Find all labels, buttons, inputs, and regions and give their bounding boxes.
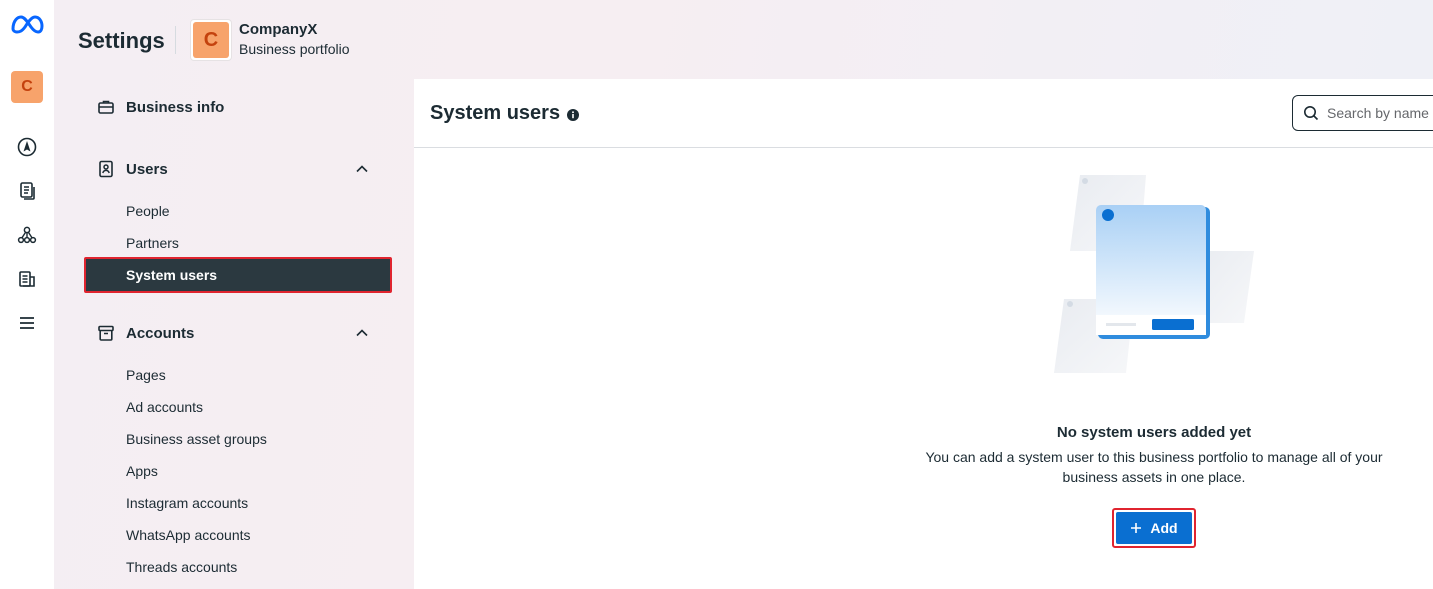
left-rail: C <box>0 0 54 589</box>
sidebar-item-ad-accounts[interactable]: Ad accounts <box>126 399 203 415</box>
section-title: System users <box>430 102 561 124</box>
empty-state-title: No system users added yet <box>1056 424 1252 441</box>
sidebar-section-label: Users <box>126 160 168 178</box>
main-panel: System users Search by name No system us… <box>414 79 1433 589</box>
network-icon[interactable] <box>0 224 54 246</box>
briefcase-icon <box>96 97 116 117</box>
sidebar-item-system-users[interactable]: System users <box>84 257 392 293</box>
meta-logo-icon[interactable] <box>0 12 54 36</box>
sidebar-item-instagram-accounts[interactable]: Instagram accounts <box>126 495 248 511</box>
add-button-label: Add <box>1150 520 1178 536</box>
sidebar-item-business-asset-groups[interactable]: Business asset groups <box>126 431 267 447</box>
sidebar-item-business-info[interactable]: Business info <box>96 97 224 117</box>
search-icon <box>1304 106 1319 121</box>
compass-icon[interactable] <box>0 136 54 158</box>
sidebar-item-pages[interactable]: Pages <box>126 367 166 383</box>
sidebar-item-apps[interactable]: Apps <box>126 463 158 479</box>
sidebar-item-people[interactable]: People <box>126 203 170 219</box>
menu-icon[interactable] <box>0 312 54 334</box>
avatar: C <box>11 71 43 103</box>
billing-icon[interactable] <box>0 268 54 290</box>
search-box[interactable] <box>1292 95 1433 131</box>
empty-state-illustration <box>1054 175 1254 373</box>
add-system-user-button[interactable]: Add <box>1112 508 1196 548</box>
sidebar-item-whatsapp-accounts[interactable]: WhatsApp accounts <box>126 527 251 543</box>
portfolio-initial: C <box>193 22 229 58</box>
add-button-inner: Add <box>1116 512 1192 544</box>
info-icon[interactable] <box>566 108 580 122</box>
sidebar-item-label: Business info <box>126 98 225 116</box>
sidebar-section-accounts[interactable]: Accounts <box>96 323 194 343</box>
contact-card-icon <box>96 159 116 179</box>
sidebar-section-users[interactable]: Users <box>96 159 168 179</box>
sidebar-item-threads-accounts[interactable]: Threads accounts <box>126 559 237 575</box>
chevron-up-icon[interactable] <box>354 161 370 177</box>
search-input[interactable] <box>1327 105 1433 121</box>
documents-icon[interactable] <box>0 180 54 202</box>
sidebar-section-label: Accounts <box>126 324 195 342</box>
archive-box-icon <box>96 323 116 343</box>
sidebar-item-partners[interactable]: Partners <box>126 235 179 251</box>
settings-sidebar: Business info Users People Partners Syst… <box>54 79 414 589</box>
portfolio-avatar[interactable]: C <box>190 19 232 61</box>
portfolio-subtitle: Business portfolio <box>239 41 350 57</box>
main-header: System users <box>414 79 1433 148</box>
portfolio-name[interactable]: CompanyX <box>239 21 317 38</box>
business-avatar[interactable]: C <box>0 71 54 103</box>
empty-state-description: You can add a system user to this busine… <box>925 449 1383 485</box>
plus-icon <box>1131 523 1142 533</box>
header-divider <box>175 26 176 54</box>
page-title: Settings <box>78 28 165 53</box>
chevron-up-icon[interactable] <box>354 325 370 341</box>
